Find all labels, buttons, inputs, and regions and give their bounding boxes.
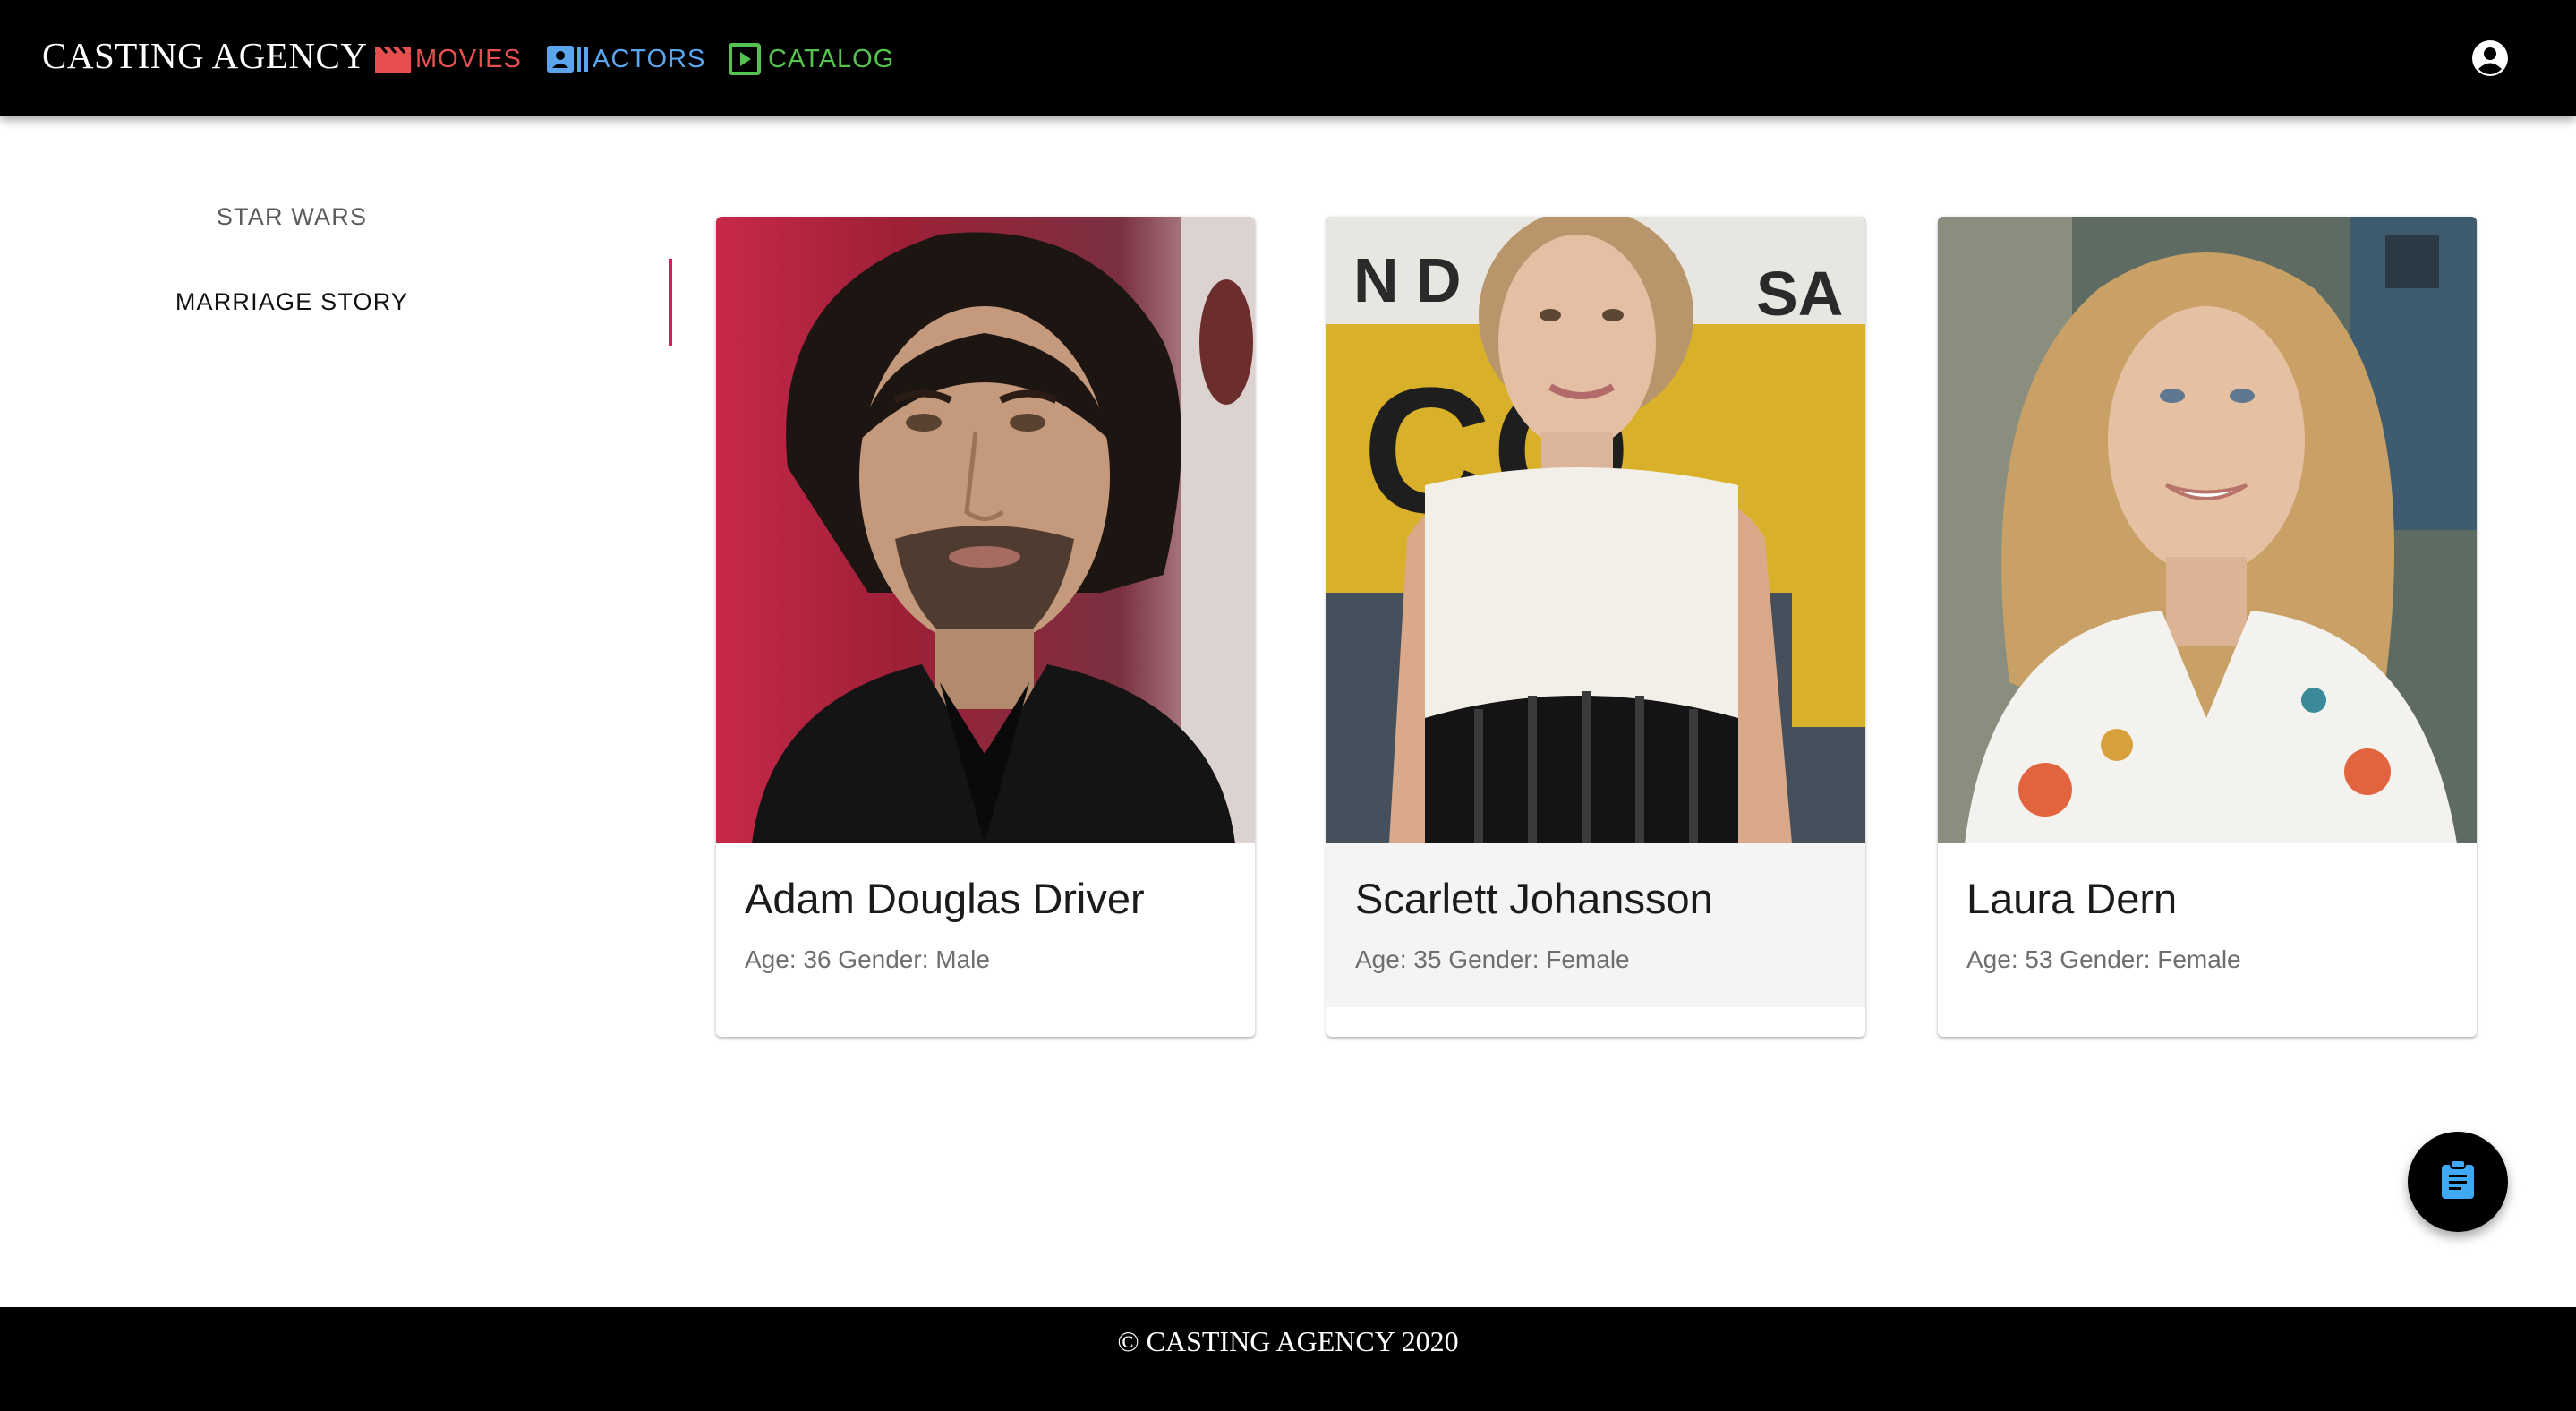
actor-name: Adam Douglas Driver (745, 875, 1145, 922)
clipboard-icon (2440, 1159, 2476, 1205)
sidebar-item-label: MARRIAGE STORY (175, 287, 409, 315)
actor-photo: N D SA CO (1326, 217, 1865, 843)
nav-link-movies-label: MOVIES (415, 44, 522, 73)
actor-card[interactable]: Adam Douglas Driver Age: 36 Gender: Male (716, 217, 1255, 1037)
actor-photo (1938, 217, 2477, 843)
actor-card-body: Adam Douglas Driver Age: 36 Gender: Male (716, 843, 1255, 1007)
actor-details: Age: 36 Gender: Male (745, 945, 990, 973)
actor-details: Age: 35 Gender: Female (1355, 945, 1630, 973)
actor-details: Age: 53 Gender: Female (1966, 945, 2241, 973)
contact-card-icon (546, 44, 591, 74)
svg-text:N D: N D (1353, 245, 1462, 315)
account-button[interactable] (2471, 39, 2509, 77)
footer-copyright: © CASTING AGENCY 2020 (1117, 1325, 1459, 1357)
actor-photo (716, 217, 1255, 843)
actor-card[interactable]: N D SA CO Scarlett Johansson Age: 35 Gen… (1326, 217, 1865, 1037)
nav-link-catalog[interactable]: CATALOG (729, 41, 894, 77)
app-bar: CASTING AGENCY MOVIES ACTORS CATALOG (0, 0, 2576, 116)
catalog-fab-button[interactable] (2408, 1132, 2508, 1232)
actor-card-body: Scarlett Johansson Age: 35 Gender: Femal… (1326, 843, 1865, 1007)
footer: © CASTING AGENCY 2020 (0, 1307, 2576, 1411)
actor-name: Laura Dern (1966, 875, 2178, 922)
nav-link-actors-label: ACTORS (593, 44, 706, 73)
actor-name: Scarlett Johansson (1355, 875, 1713, 922)
actor-card[interactable]: Laura Dern Age: 53 Gender: Female (1938, 217, 2477, 1037)
clapperboard-icon (374, 44, 412, 74)
account-circle-icon (2471, 40, 2509, 81)
nav-link-movies[interactable]: MOVIES (374, 41, 522, 77)
app-title[interactable]: CASTING AGENCY (42, 34, 368, 77)
svg-text:SA: SA (1756, 259, 1843, 329)
sidebar-item-marriage-story[interactable]: MARRIAGE STORY (0, 259, 584, 345)
nav-link-actors[interactable]: ACTORS (546, 41, 705, 77)
play-box-icon (729, 43, 761, 75)
actor-card-body: Laura Dern Age: 53 Gender: Female (1938, 843, 2477, 1007)
nav-link-catalog-label: CATALOG (768, 44, 895, 73)
sidebar-item-label: STAR WARS (216, 202, 368, 230)
active-tab-indicator (669, 259, 672, 346)
sidebar-item-star-wars[interactable]: STAR WARS (0, 181, 584, 252)
